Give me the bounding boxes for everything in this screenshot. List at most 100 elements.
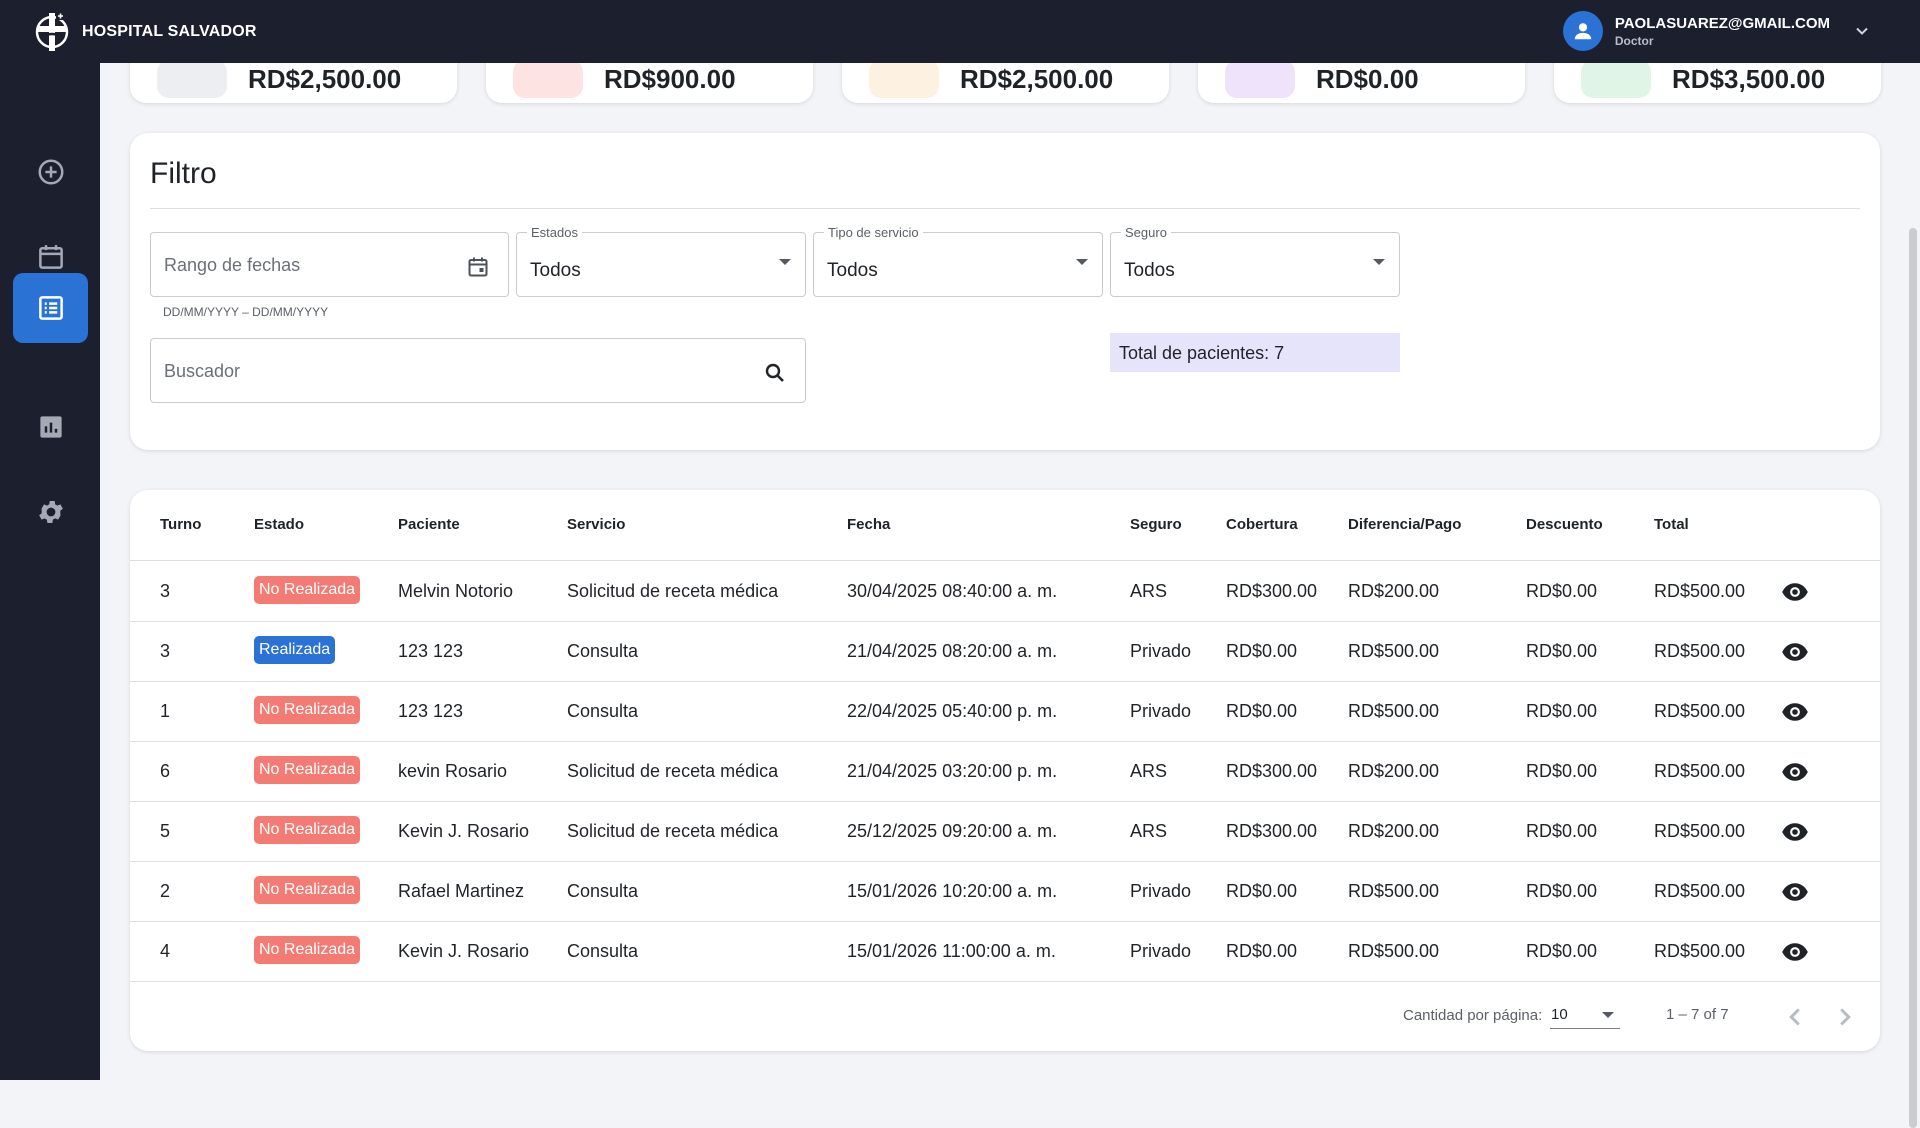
view-eye-icon[interactable] (1781, 638, 1809, 666)
cell-seguro: ARS (1130, 581, 1168, 601)
view-eye-icon[interactable] (1781, 938, 1809, 966)
sidebar-item-records[interactable] (13, 273, 88, 343)
view-eye-icon[interactable] (1781, 878, 1809, 906)
cell-cobertura: RD$0.00 (1226, 881, 1298, 901)
page-size-select[interactable]: 10 (1550, 1002, 1620, 1029)
table-row[interactable]: 4 No Realizada Kevin J. Rosario Consulta… (130, 921, 1880, 982)
cell-seguro: Privado (1130, 881, 1192, 901)
top-bar: HOSPITAL SALVADOR PAOLASUAREZ@GMAIL.COM … (0, 0, 1920, 63)
chevron-down-icon[interactable] (1852, 21, 1872, 41)
status-badge: No Realizada (254, 936, 361, 964)
scrollbar[interactable] (1906, 63, 1920, 1128)
summary-card-amount: RD$0.00 (1316, 64, 1419, 94)
view-eye-icon[interactable] (1781, 578, 1809, 606)
avatar[interactable] (1562, 11, 1603, 51)
sidebar-item-settings[interactable] (13, 477, 88, 547)
table-row[interactable]: 5 No Realizada Kevin J. Rosario Solicitu… (130, 801, 1880, 862)
status-badge: No Realizada (254, 816, 361, 844)
cell-total: RD$500.00 (1654, 821, 1746, 841)
cell-diferencia: RD$500.00 (1348, 641, 1440, 661)
summary-card-amount: RD$2,500.00 (960, 64, 1114, 94)
cell-cobertura: RD$0.00 (1226, 701, 1298, 721)
filter-panel: Filtro Rango de fechas Estados Todos Tip… (130, 133, 1880, 450)
cell-paciente: kevin Rosario (398, 761, 508, 781)
view-eye-icon[interactable] (1781, 698, 1809, 726)
col-header-total[interactable]: Total (1654, 516, 1689, 533)
date-format-hint: DD/MM/YYYY – DD/MM/YYYY (163, 305, 329, 319)
seguro-label: Seguro (1121, 225, 1171, 240)
search-icon[interactable] (763, 361, 787, 385)
user-email: PAOLASUAREZ@GMAIL.COM (1614, 14, 1830, 32)
user-menu[interactable]: PAOLASUAREZ@GMAIL.COM Doctor (1562, 11, 1872, 51)
dropdown-arrow-icon (779, 259, 791, 265)
tipo-servicio-select[interactable]: Tipo de servicio Todos (813, 225, 1103, 297)
table-row[interactable]: 3 No Realizada Melvin Notorio Solicitud … (130, 561, 1880, 622)
estados-value: Todos (530, 260, 581, 281)
cell-turno: 2 (160, 881, 171, 901)
cell-seguro: Privado (1130, 701, 1192, 721)
cell-descuento: RD$0.00 (1526, 941, 1598, 961)
cell-fecha: 22/04/2025 05:40:00 p. m. (847, 701, 1058, 721)
cell-paciente: Kevin J. Rosario (398, 941, 530, 961)
seguro-select[interactable]: Seguro Todos (1110, 225, 1400, 297)
appointments-table: Turno Estado Paciente Servicio Fecha Seg… (130, 490, 1880, 1051)
date-range-field[interactable]: Rango de fechas (150, 232, 509, 297)
col-header-diferencia[interactable]: Diferencia/Pago (1348, 516, 1461, 533)
col-header-turno[interactable]: Turno (160, 516, 201, 533)
table-row[interactable]: 1 No Realizada 123 123 Consulta 22/04/20… (130, 681, 1880, 742)
cell-diferencia: RD$500.00 (1348, 881, 1440, 901)
col-header-estado[interactable]: Estado (254, 516, 304, 533)
table-row[interactable]: 6 No Realizada kevin Rosario Solicitud d… (130, 741, 1880, 802)
col-header-fecha[interactable]: Fecha (847, 516, 890, 533)
cell-descuento: RD$0.00 (1526, 761, 1598, 781)
sidebar-item-reports[interactable] (13, 392, 88, 462)
estados-label: Estados (527, 225, 582, 240)
cell-fecha: 21/04/2025 08:20:00 a. m. (847, 641, 1058, 661)
view-eye-icon[interactable] (1781, 818, 1809, 846)
brand[interactable]: HOSPITAL SALVADOR (30, 10, 257, 54)
scrollbar-thumb[interactable] (1909, 228, 1917, 1128)
col-header-servicio[interactable]: Servicio (567, 516, 625, 533)
cell-diferencia: RD$500.00 (1348, 941, 1440, 961)
calendar-icon[interactable] (466, 255, 490, 279)
search-input[interactable]: Buscador (150, 338, 806, 403)
cell-total: RD$500.00 (1654, 641, 1746, 661)
dropdown-arrow-icon (1076, 259, 1088, 265)
page-size-value: 10 (1551, 1006, 1568, 1023)
col-header-seguro[interactable]: Seguro (1130, 516, 1182, 533)
search-placeholder: Buscador (164, 361, 241, 381)
cell-total: RD$500.00 (1654, 761, 1746, 781)
col-header-cobertura[interactable]: Cobertura (1226, 516, 1298, 533)
cell-seguro: Privado (1130, 641, 1192, 661)
page-range: 1 – 7 of 7 (1666, 1006, 1729, 1023)
bar-chart-icon (39, 416, 62, 438)
summary-card-icon-bg (157, 60, 227, 98)
cell-servicio: Solicitud de receta médica (567, 581, 779, 601)
view-eye-icon[interactable] (1781, 758, 1809, 786)
cell-total: RD$500.00 (1654, 581, 1746, 601)
gear-icon (38, 501, 63, 523)
sidebar-item-new[interactable] (13, 137, 88, 207)
prev-page-icon[interactable] (1780, 1002, 1810, 1032)
cell-diferencia: RD$200.00 (1348, 581, 1440, 601)
tipo-servicio-value: Todos (827, 260, 878, 281)
table-row[interactable]: 3 Realizada 123 123 Consulta 21/04/2025 … (130, 621, 1880, 682)
col-header-paciente[interactable]: Paciente (398, 516, 460, 533)
cell-servicio: Solicitud de receta médica (567, 821, 779, 841)
next-page-icon[interactable] (1830, 1002, 1860, 1032)
cell-servicio: Consulta (567, 941, 639, 961)
total-patients-badge: Total de pacientes: 7 (1110, 333, 1400, 372)
cell-descuento: RD$0.00 (1526, 701, 1598, 721)
dropdown-arrow-icon (1373, 259, 1385, 265)
cell-turno: 5 (160, 821, 171, 841)
col-header-descuento[interactable]: Descuento (1526, 516, 1603, 533)
summary-card-icon-bg (1581, 60, 1651, 98)
cell-fecha: 30/04/2025 08:40:00 a. m. (847, 581, 1058, 601)
cell-descuento: RD$0.00 (1526, 881, 1598, 901)
cell-paciente: Kevin J. Rosario (398, 821, 530, 841)
estados-select[interactable]: Estados Todos (516, 225, 806, 297)
cell-seguro: Privado (1130, 941, 1192, 961)
cell-paciente: 123 123 (398, 641, 464, 661)
tipo-servicio-label: Tipo de servicio (824, 225, 923, 240)
table-row[interactable]: 2 No Realizada Rafael Martinez Consulta … (130, 861, 1880, 922)
